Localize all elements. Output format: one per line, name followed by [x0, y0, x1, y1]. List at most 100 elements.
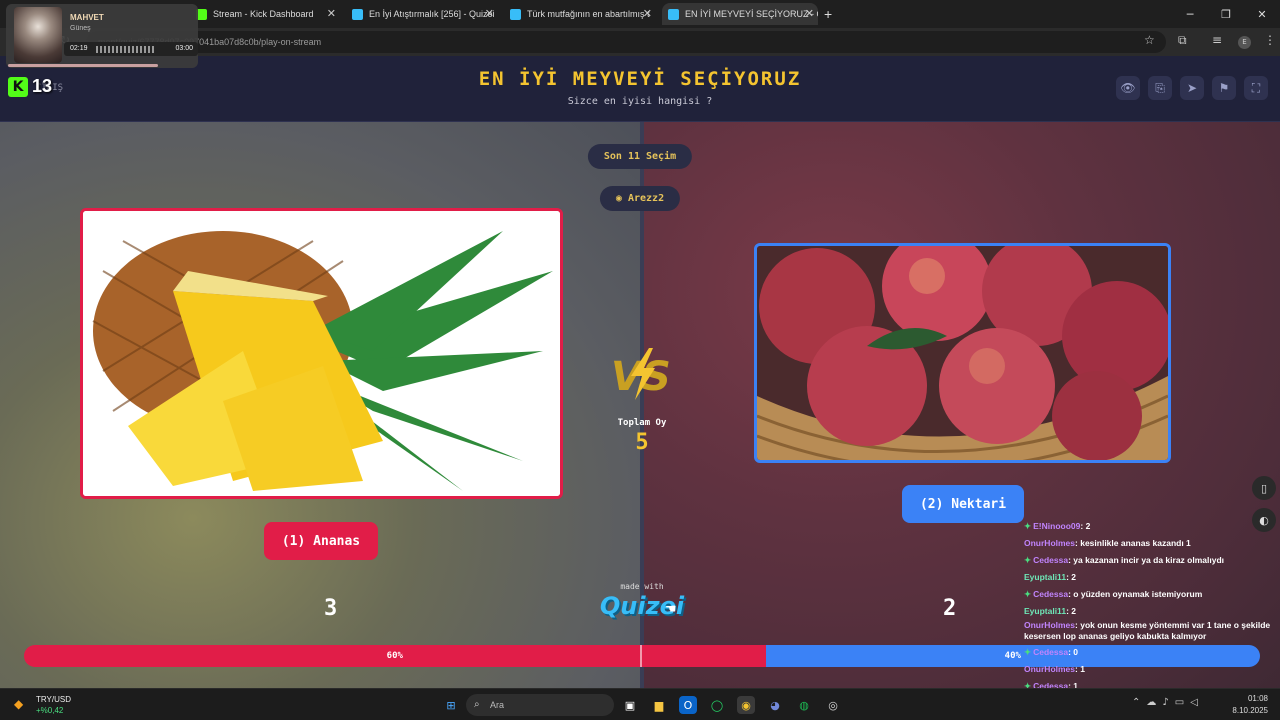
option-1-vote-count: 3 [324, 596, 338, 621]
chat-username: Cedessa [1033, 555, 1069, 565]
outlook-icon[interactable]: O [679, 696, 697, 714]
fullscreen-icon[interactable]: ⛶ [1244, 76, 1268, 100]
chat-message: OnurHolmes: kesinlikle ananas kazandı 1 [1024, 538, 1191, 548]
option-2-vote-count: 2 [943, 596, 957, 621]
song-title: MAHVET [70, 13, 104, 22]
option-2-card[interactable] [754, 243, 1171, 463]
eye-icon[interactable]: 👁 [1116, 76, 1140, 100]
voter-name: Arezz2 [627, 193, 665, 204]
option-1-button[interactable]: (1) Ananas [264, 522, 378, 560]
quizei-favicon-icon [668, 8, 679, 20]
restore-icon[interactable]: ❐ [1208, 0, 1244, 28]
song-progress: 02:19 03:00 [64, 42, 198, 56]
tab-meyve-quiz[interactable]: EN İYİ MEYVEYİ SEÇİYORUZ - Q ✕ [662, 3, 818, 25]
extensions-icon[interactable]: ⧉ [1178, 33, 1187, 48]
new-tab-button[interactable]: + [824, 3, 840, 25]
chat-username: Eyuptali11 [1024, 572, 1067, 582]
chat-text: 0 [1073, 647, 1079, 657]
obs-icon[interactable]: ◎ [824, 696, 842, 714]
volume-icon[interactable]: ◁ [1190, 697, 1198, 708]
kick-logo-icon: K [8, 76, 28, 97]
song-elapsed: 02:19 [70, 45, 88, 52]
share-icon[interactable]: ⎘ [1148, 76, 1172, 100]
reading-list-icon[interactable]: ▯ [1252, 476, 1276, 500]
close-tab-icon[interactable]: ✕ [485, 7, 494, 20]
tab-kick-dashboard[interactable]: Stream - Kick Dashboard ✕ [190, 3, 340, 25]
song-duration: 03:00 [175, 45, 193, 52]
kick-viewer-badge: K 13 [8, 76, 52, 97]
task-view-icon[interactable]: ▣ [621, 696, 639, 714]
media-icon[interactable]: ≡ [1212, 33, 1222, 47]
tab-quizei-snacks[interactable]: En İyi Atıştırmalık [256] - Quizei ✕ [346, 3, 498, 25]
url-field[interactable]: ment/quiz/67778d07c097041ba07d8c0b/play-… [86, 31, 1166, 53]
album-art [14, 7, 62, 63]
chat-text: ya kazanan incir ya da kiraz olmalıydı [1073, 555, 1225, 565]
tab-label: Türk mutfağının en abartılmış t [527, 9, 650, 19]
chat-username: OnurHolmes [1024, 664, 1076, 674]
tab-label: EN İYİ MEYVEYİ SEÇİYORUZ - Q [685, 9, 818, 19]
header-actions: 👁 ⎘ ➤ ⚑ ⛶ [1116, 76, 1268, 100]
chat-badge-icon: ✦ [1024, 589, 1032, 599]
chat-username: Cedessa [1033, 589, 1069, 599]
tab-turk-mutfagi[interactable]: Türk mutfağının en abartılmış t ✕ [504, 3, 656, 25]
song-progress-line [8, 64, 158, 67]
clock[interactable]: 01:08 8.10.2025 [1232, 693, 1268, 717]
bookmark-star-icon[interactable]: ☆ [1144, 33, 1155, 47]
total-votes-value: 5 [635, 430, 649, 455]
chat-badge-icon: ✦ [1024, 555, 1032, 565]
vs-lightning-icon: VS [611, 348, 671, 400]
chat-username: Eyuptali11 [1024, 606, 1067, 616]
nectarine-image [757, 246, 1168, 460]
chat-message: ✦ Cedessa: o yüzden oynamak istemiyorum [1024, 589, 1203, 599]
currency-pair: TRY/USD [36, 695, 71, 704]
option-1-share-bar: 60% [24, 645, 766, 667]
flag-icon[interactable]: ⚑ [1212, 76, 1236, 100]
round-pill: Son 11 Seçim [587, 144, 693, 169]
now-playing-widget: MAHVET Güneş 02:19 03:00 [6, 4, 198, 68]
chrome-icon[interactable]: ◉ [737, 696, 755, 714]
bar-center-marker [640, 645, 642, 667]
waveform-icon [96, 46, 156, 53]
chat-message: Eyuptali11: 2 [1024, 572, 1076, 582]
windows-taskbar: ◆ TRY/USD +%0,42 ⊞ ⌕ Ara ▣ ▆ O ◯ ◉ ◕ ◍ ◎… [0, 688, 1280, 720]
chat-username: Cedessa [1033, 647, 1069, 657]
minimize-icon[interactable]: ─ [1172, 0, 1208, 28]
chat-username: OnurHolmes [1024, 538, 1076, 548]
made-with-label: made with [620, 582, 664, 591]
cloud-icon[interactable]: ☁ [1146, 697, 1156, 708]
clock-time: 01:08 [1247, 694, 1268, 703]
option-1-card[interactable] [80, 208, 563, 499]
chat-message: ✦ Cedessa: 0 [1024, 647, 1079, 657]
taskbar-search[interactable]: ⌕ Ara [466, 694, 614, 716]
currency-icon: ◆ [14, 697, 24, 711]
chat-message: ✦ Cedessa: ya kazanan incir ya da kiraz o… [1024, 555, 1225, 565]
voter-pill: ◉ Arezz2 [599, 186, 681, 211]
currency-widget[interactable]: ◆ TRY/USD +%0,42 [14, 693, 84, 717]
chat-message: OnurHolmes: yok onun kesme yöntemmi var … [1024, 620, 1271, 641]
profile-avatar-icon[interactable]: E [1238, 36, 1251, 49]
close-window-icon[interactable]: ✕ [1244, 0, 1280, 28]
close-tab-icon[interactable]: ✕ [805, 7, 814, 20]
menu-kebab-icon[interactable]: ⋮ [1264, 33, 1276, 47]
window-controls: ─ ❐ ✕ [1172, 0, 1280, 28]
discord-icon[interactable]: ◕ [766, 696, 784, 714]
windows-start-icon[interactable]: ⊞ [442, 696, 460, 714]
total-votes-label: Toplam Oy [617, 418, 667, 428]
whatsapp-icon[interactable]: ◯ [708, 696, 726, 714]
voter-avatar-icon: ◉ [615, 193, 622, 204]
chat-username: E!Ninooo09 [1033, 521, 1081, 531]
chat-text: 1 [1080, 664, 1085, 674]
send-icon[interactable]: ➤ [1180, 76, 1204, 100]
file-explorer-icon[interactable]: ▆ [650, 696, 668, 714]
close-tab-icon[interactable]: ✕ [643, 7, 652, 20]
microphone-icon[interactable]: ♪ [1162, 697, 1168, 708]
chat-text: o yüzden oynamak istemiyorum [1073, 589, 1203, 599]
network-icon[interactable]: ▭ [1175, 697, 1184, 708]
tab-label: Stream - Kick Dashboard [213, 9, 314, 19]
close-tab-icon[interactable]: ✕ [327, 7, 336, 20]
search-icon: ⌕ [474, 699, 480, 710]
tray-chevron-icon[interactable]: ⌃ [1132, 697, 1140, 708]
spotify-icon[interactable]: ◍ [795, 696, 813, 714]
option-2-button[interactable]: (2) Nektari [902, 485, 1024, 523]
quizei-logo: Quizei [599, 592, 685, 620]
